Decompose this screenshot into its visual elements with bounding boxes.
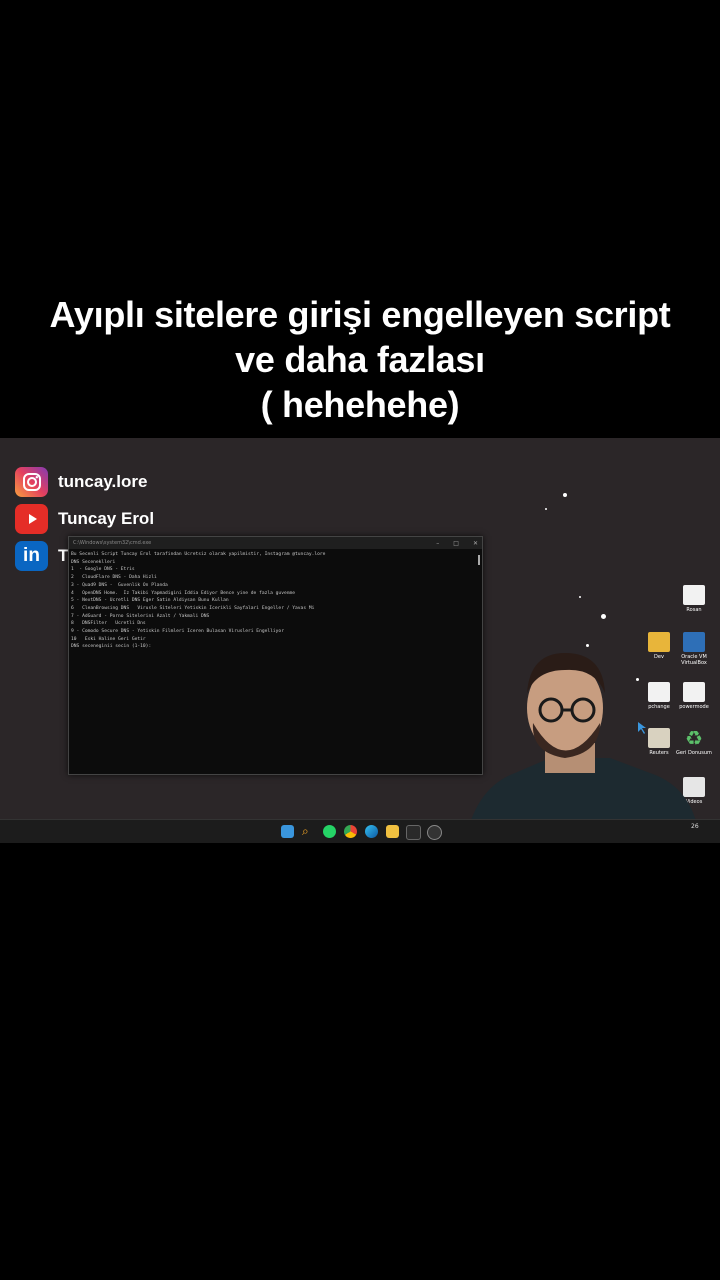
cmd-line: Bu Secenli Script Tuncay Erol tarafindan… [71, 552, 326, 557]
cmd-line: 3 - Quad9 DNS - Guvenlik On Planda [71, 582, 168, 588]
cmd-line: DNS Seceneklleri [71, 559, 116, 565]
cmd-line: 10 Eski Haline Geri Getir [71, 636, 146, 642]
wallpaper-star [563, 493, 567, 497]
wallpaper-star [586, 644, 589, 647]
screen-recording: tuncay.lore Tuncay Erol in T C:\Windows\… [0, 438, 720, 843]
caption-line-2: ve daha fazlası [235, 339, 485, 380]
wallpaper-star [579, 596, 581, 598]
youtube-label: Tuncay Erol [58, 509, 155, 528]
terminal-icon[interactable] [406, 825, 421, 840]
webcam-overlay [465, 653, 700, 843]
caption-line-3: ( hehehehe) [260, 384, 460, 425]
cmd-line: DNS seceneginii secin (1-10): [71, 644, 152, 650]
windows-start-icon[interactable] [281, 825, 294, 838]
instagram-icon [15, 467, 48, 497]
cmd-line: 4 OpenDNS Home. Iz Takibi Yapmadigini Id… [71, 590, 296, 596]
whatsapp-icon[interactable] [323, 825, 336, 838]
taskbar: ⌕ 26 [0, 819, 720, 843]
cmd-line: 9 - Comodo Secure DNS - Yetiskin Filmler… [71, 629, 284, 635]
search-icon[interactable]: ⌕ [302, 825, 315, 838]
cmd-title: C:\Windows\system32\cmd.exe [73, 540, 152, 546]
minimize-icon[interactable]: – [436, 540, 439, 547]
wallpaper-star [545, 508, 547, 510]
cmd-window[interactable]: C:\Windows\system32\cmd.exe – □ ✕ Bu Sec… [68, 536, 483, 775]
clock[interactable]: 26 [691, 823, 699, 830]
linkedin-icon: in [15, 541, 48, 571]
settings-file-icon [683, 585, 705, 605]
instagram-handle: tuncay.lore [15, 467, 147, 497]
wallpaper-star [601, 614, 606, 619]
linkedin-handle: in T [15, 541, 68, 571]
cmd-line: 1 - Google DNS - Etris [71, 567, 135, 573]
file-explorer-icon[interactable] [386, 825, 399, 838]
caption-line-1: Ayıplı sitelere girişi engelleyen script [49, 294, 671, 335]
linkedin-label: T [58, 546, 69, 565]
cmd-line: 7 - AdGuard - Porno Sitelerini Azalt / Y… [71, 613, 210, 619]
chrome-icon[interactable] [344, 825, 357, 838]
desktop-icon-label: Rosan [686, 607, 702, 613]
cmd-line: 5 - NextDNS - Ucretli DNS Eger Satin Ald… [71, 598, 229, 604]
desktop-icon-rosan[interactable]: Rosan [674, 585, 714, 613]
close-icon[interactable]: ✕ [473, 540, 478, 547]
cmd-titlebar[interactable]: C:\Windows\system32\cmd.exe – □ ✕ [69, 537, 482, 549]
obs-icon[interactable] [427, 825, 442, 840]
maximize-icon[interactable]: □ [453, 540, 459, 547]
video-caption: Ayıplı sitelere girişi engelleyen script… [0, 292, 720, 427]
youtube-icon [15, 504, 48, 534]
cmd-line: 6 CleanBrowsing DNS Virusle Siteleri Yet… [71, 605, 315, 611]
cmd-scrollbar[interactable] [478, 555, 480, 565]
cmd-line: 2 CloudFlare DNS - Daha Hizli [71, 575, 157, 581]
cmd-line: 8 DNSFilter Ucretli Dns [71, 621, 146, 627]
edge-icon[interactable] [365, 825, 378, 838]
youtube-handle: Tuncay Erol [15, 504, 154, 534]
instagram-label: tuncay.lore [58, 472, 148, 491]
cmd-output[interactable]: Bu Secenli Script Tuncay Erol tarafindan… [69, 549, 482, 653]
